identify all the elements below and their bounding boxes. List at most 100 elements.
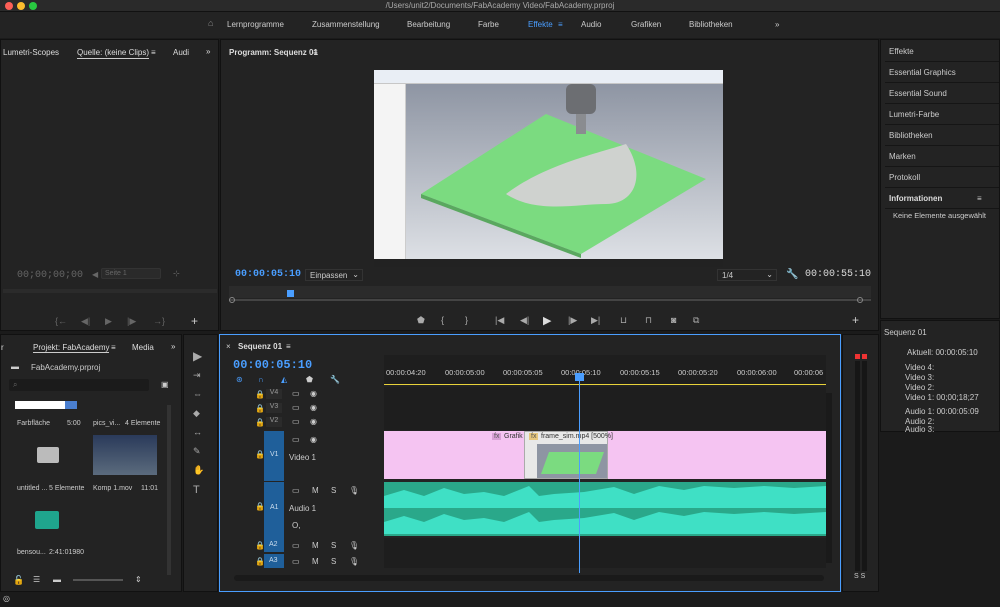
panel-menu-icon[interactable]: ≡: [151, 48, 156, 57]
timeline-h-scrollbar[interactable]: [234, 575, 824, 581]
workspace-more-button[interactable]: »: [775, 20, 779, 29]
panel-bibliotheken[interactable]: Bibliotheken: [885, 126, 999, 146]
lift-icon[interactable]: ⊔: [620, 315, 627, 326]
tab-media[interactable]: Media: [132, 343, 154, 352]
eye-icon[interactable]: ◉: [310, 403, 317, 412]
project-more-button[interactable]: »: [171, 342, 175, 351]
thumb-komp[interactable]: [93, 435, 157, 475]
zoom-slider[interactable]: [73, 579, 123, 581]
sort-icon[interactable]: ⇕: [135, 575, 142, 584]
lock-icon[interactable]: 🔒: [255, 450, 265, 459]
source-scrubber[interactable]: [3, 289, 217, 293]
compare-icon[interactable]: ⧉: [693, 315, 699, 326]
workspace-tab-bibliotheken[interactable]: Bibliotheken: [689, 20, 733, 29]
sync-icon[interactable]: ▭: [292, 486, 300, 495]
tab-audio-clip[interactable]: Audi: [173, 48, 189, 57]
hand-tool-icon[interactable]: ✋: [193, 465, 204, 476]
workspace-tab-effekte[interactable]: Effekte: [528, 20, 553, 29]
track-v2-label[interactable]: V2: [266, 417, 282, 427]
program-video-frame[interactable]: [374, 70, 723, 267]
timeline-playhead[interactable]: [579, 373, 580, 573]
program-title[interactable]: Programm: Sequenz 01: [229, 48, 318, 57]
sync-icon[interactable]: ▭: [292, 557, 300, 566]
audio-tracks-empty[interactable]: [384, 538, 826, 568]
marker-icon[interactable]: ⬟: [306, 375, 313, 384]
go-to-in-icon[interactable]: |◀: [495, 315, 504, 326]
work-area-bar[interactable]: [384, 384, 826, 385]
thumb-farbflaeche[interactable]: [15, 401, 77, 409]
sync-icon[interactable]: ▭: [292, 417, 300, 426]
tab-r[interactable]: r: [1, 343, 4, 352]
camera-icon[interactable]: ◙: [671, 315, 676, 325]
clip-frame-sim[interactable]: fx frame_sim.mp4 [500%]: [524, 431, 613, 479]
fit-select[interactable]: Einpassen ⌄: [305, 269, 363, 281]
panel-protokoll[interactable]: Protokoll: [885, 168, 999, 188]
track-v1-source[interactable]: V1: [264, 431, 284, 481]
wrench-icon[interactable]: 🔧: [786, 269, 798, 280]
lock-icon[interactable]: 🔒: [255, 502, 265, 511]
video-tracks-empty[interactable]: [384, 387, 826, 430]
timeline-wrench-icon[interactable]: 🔧: [330, 375, 340, 384]
workspace-menu-icon[interactable]: ≡: [558, 20, 563, 29]
zoom-window-button[interactable]: [29, 2, 37, 10]
tab-lumetri-scopes[interactable]: Lumetri-Scopes: [3, 48, 59, 57]
solo-button[interactable]: S: [331, 557, 336, 566]
source-settings-icon[interactable]: ⊹: [173, 269, 180, 278]
source-step-back-icon[interactable]: ◀|: [81, 316, 90, 327]
timeline-tab[interactable]: Sequenz 01: [238, 342, 282, 351]
panel-essential-graphics[interactable]: Essential Graphics: [885, 63, 999, 83]
info-menu-icon[interactable]: ≡: [977, 194, 982, 203]
eye-icon[interactable]: ◉: [310, 389, 317, 398]
add-marker-icon[interactable]: ⬟: [417, 315, 425, 326]
program-scrubber[interactable]: [229, 286, 871, 298]
add-marker-timeline-icon[interactable]: ◭: [281, 375, 287, 384]
sync-icon[interactable]: ▭: [292, 403, 300, 412]
step-forward-icon[interactable]: |▶: [568, 315, 577, 326]
tab-source[interactable]: Quelle: (keine Clips): [77, 48, 150, 59]
extract-icon[interactable]: ⊓: [645, 315, 652, 326]
solo-button[interactable]: S: [331, 486, 336, 495]
step-back-icon[interactable]: ◀|: [520, 315, 529, 326]
program-menu-icon[interactable]: ≡: [313, 48, 318, 57]
sync-icon[interactable]: ▭: [292, 541, 300, 550]
playhead-handle[interactable]: [575, 373, 584, 381]
folder-icon[interactable]: [37, 447, 59, 463]
clip-indicator-left[interactable]: [855, 354, 860, 359]
lock-icon[interactable]: 🔒: [255, 404, 265, 413]
workspace-tab-grafiken[interactable]: Grafiken: [631, 20, 661, 29]
program-add-button-icon[interactable]: +: [852, 313, 859, 327]
mute-button[interactable]: M: [312, 486, 319, 495]
microphone-icon[interactable]: 🎙: [349, 541, 359, 550]
project-scrollbar[interactable]: [167, 405, 171, 575]
workspace-tab-bearbeitung[interactable]: Bearbeitung: [407, 20, 450, 29]
program-zoom-bar[interactable]: [229, 299, 871, 301]
track-select-tool-icon[interactable]: ⇥: [193, 370, 201, 381]
timeline-timecode[interactable]: 00:00:05:10: [233, 358, 312, 372]
lock-icon[interactable]: 🔓: [13, 575, 24, 586]
meter-solo-labels[interactable]: S S: [854, 573, 865, 580]
track-a1-source[interactable]: A1: [264, 482, 284, 538]
close-tab-icon[interactable]: ×: [226, 342, 231, 351]
mark-out-icon[interactable]: }: [465, 315, 468, 325]
type-tool-icon[interactable]: T: [193, 484, 200, 496]
microphone-icon[interactable]: 🎙: [349, 486, 359, 495]
timeline-v-scrollbar[interactable]: [826, 393, 832, 563]
slip-tool-icon[interactable]: ↔: [193, 427, 202, 437]
razor-tool-icon[interactable]: ◆: [193, 408, 200, 419]
program-timecode-in[interactable]: 00:00:05:10: [235, 269, 301, 280]
timeline-menu-icon[interactable]: ≡: [286, 342, 291, 351]
panel-more-button[interactable]: »: [206, 47, 210, 56]
selection-tool-icon[interactable]: ▶: [193, 349, 202, 363]
playhead-marker[interactable]: [287, 290, 294, 297]
play-icon[interactable]: ▶: [543, 314, 551, 327]
list-view-icon[interactable]: ☰: [33, 575, 40, 584]
snap-icon[interactable]: ⊛: [236, 375, 243, 384]
workspace-tab-farbe[interactable]: Farbe: [478, 20, 499, 29]
workspace-tab-audio[interactable]: Audio: [581, 20, 601, 29]
track-a2-source[interactable]: A2: [264, 538, 284, 552]
microphone-icon[interactable]: 🎙: [349, 557, 359, 566]
source-mark-out-icon[interactable]: →}: [153, 316, 165, 326]
new-bin-icon[interactable]: ▣: [161, 380, 169, 389]
workspace-tab-lernprogramme[interactable]: Lernprogramme: [227, 20, 284, 29]
source-play-icon[interactable]: ▶: [105, 316, 112, 327]
